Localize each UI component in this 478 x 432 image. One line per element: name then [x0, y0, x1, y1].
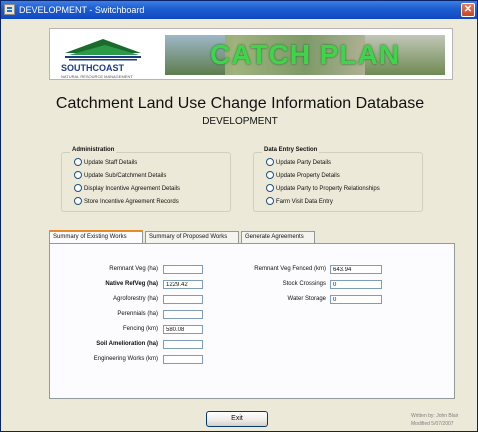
close-button[interactable]: ✕: [461, 3, 475, 17]
label-remnant-veg-fenced: Remnant Veg Fenced (km): [254, 266, 326, 272]
label-soil-amelioration: Soil Amelioration (ha): [96, 341, 158, 347]
radio-update-property[interactable]: Update Property Details: [266, 171, 340, 181]
input-stock-crossings[interactable]: [330, 280, 382, 289]
radio-farm-visit[interactable]: Farm Visit Data Entry: [266, 197, 333, 207]
southcoast-logo: SOUTHCOAST NATURAL RESOURCE MANAGEMENT: [55, 33, 153, 79]
tab-generate-agreements[interactable]: Generate Agreements: [241, 231, 315, 243]
radio-display-incentive[interactable]: Display Incentive Agreement Details: [74, 184, 180, 194]
data-entry-label: Data Entry Section: [262, 147, 320, 153]
input-engineering-works[interactable]: [163, 355, 203, 364]
radio-update-staff[interactable]: Update Staff Details: [74, 158, 137, 168]
radio-update-catchment[interactable]: Update Sub/Catchment Details: [74, 171, 166, 181]
header-banner: SOUTHCOAST NATURAL RESOURCE MANAGEMENT C…: [49, 28, 453, 80]
title-bar[interactable]: DEVELOPMENT - Switchboard ✕: [1, 1, 477, 19]
administration-label: Administration: [70, 147, 117, 153]
label-fencing: Fencing (km): [122, 326, 158, 332]
tab-proposed-works[interactable]: Summary of Proposed Works: [145, 231, 239, 243]
label-engineering-works: Engineering Works (km): [93, 356, 158, 362]
modified-note: Modified 5/07/2007: [411, 421, 454, 427]
label-native-refveg: Native RefVeg (ha): [105, 281, 158, 287]
input-fencing[interactable]: [163, 325, 203, 334]
radio-icon[interactable]: [266, 184, 274, 193]
radio-icon[interactable]: [266, 158, 274, 167]
administration-group: Administration Update Staff Details Upda…: [61, 147, 231, 212]
input-agroforestry[interactable]: [163, 295, 203, 304]
radio-update-party[interactable]: Update Party Details: [266, 158, 331, 168]
radio-icon[interactable]: [74, 158, 82, 167]
radio-store-incentive[interactable]: Store Incentive Agreement Records: [74, 197, 179, 207]
radio-icon[interactable]: [74, 184, 82, 193]
works-tabs: Summary of Existing Works Summary of Pro…: [49, 230, 455, 399]
label-stock-crossings: Stock Crossings: [282, 281, 326, 287]
label-water-storage: Water Storage: [287, 296, 326, 302]
input-native-refveg[interactable]: [163, 280, 203, 289]
tab-existing-works[interactable]: Summary of Existing Works: [49, 230, 143, 243]
page-title: Catchment Land Use Change Information Da…: [55, 95, 425, 112]
input-soil-amelioration[interactable]: [163, 340, 203, 349]
exit-button[interactable]: Exit: [206, 411, 268, 427]
input-remnant-veg-fenced[interactable]: [330, 265, 382, 274]
switchboard-window: DEVELOPMENT - Switchboard ✕ SOUTHCOAST N…: [0, 0, 478, 432]
radio-icon[interactable]: [266, 171, 274, 180]
radio-icon[interactable]: [74, 197, 82, 206]
page-subtitle: DEVELOPMENT: [202, 116, 278, 127]
input-perennials[interactable]: [163, 310, 203, 319]
catch-plan-text: CATCH PLAN: [210, 39, 400, 70]
input-water-storage[interactable]: [330, 295, 382, 304]
input-remnant-veg[interactable]: [163, 265, 203, 274]
logo-subtext: NATURAL RESOURCE MANAGEMENT: [61, 74, 133, 79]
label-remnant-veg: Remnant Veg (ha): [109, 266, 158, 272]
window-title: DEVELOPMENT - Switchboard: [19, 5, 145, 15]
logo-text: SOUTHCOAST: [61, 63, 124, 73]
logo-mark-icon: [65, 39, 141, 61]
catch-plan-banner: CATCH PLAN: [165, 35, 445, 75]
author-note: Written by: John Blair: [411, 413, 459, 419]
tab-panel-existing-works: Remnant Veg (ha) Native RefVeg (ha) Agro…: [49, 243, 455, 399]
radio-icon[interactable]: [74, 171, 82, 180]
data-entry-group: Data Entry Section Update Party Details …: [253, 147, 423, 212]
radio-party-property-relationships[interactable]: Update Party to Property Relationships: [266, 184, 380, 194]
radio-icon[interactable]: [266, 197, 274, 206]
label-perennials: Perennials (ha): [117, 311, 158, 317]
label-agroforestry: Agroforestry (ha): [112, 296, 158, 302]
app-icon: [4, 4, 15, 15]
